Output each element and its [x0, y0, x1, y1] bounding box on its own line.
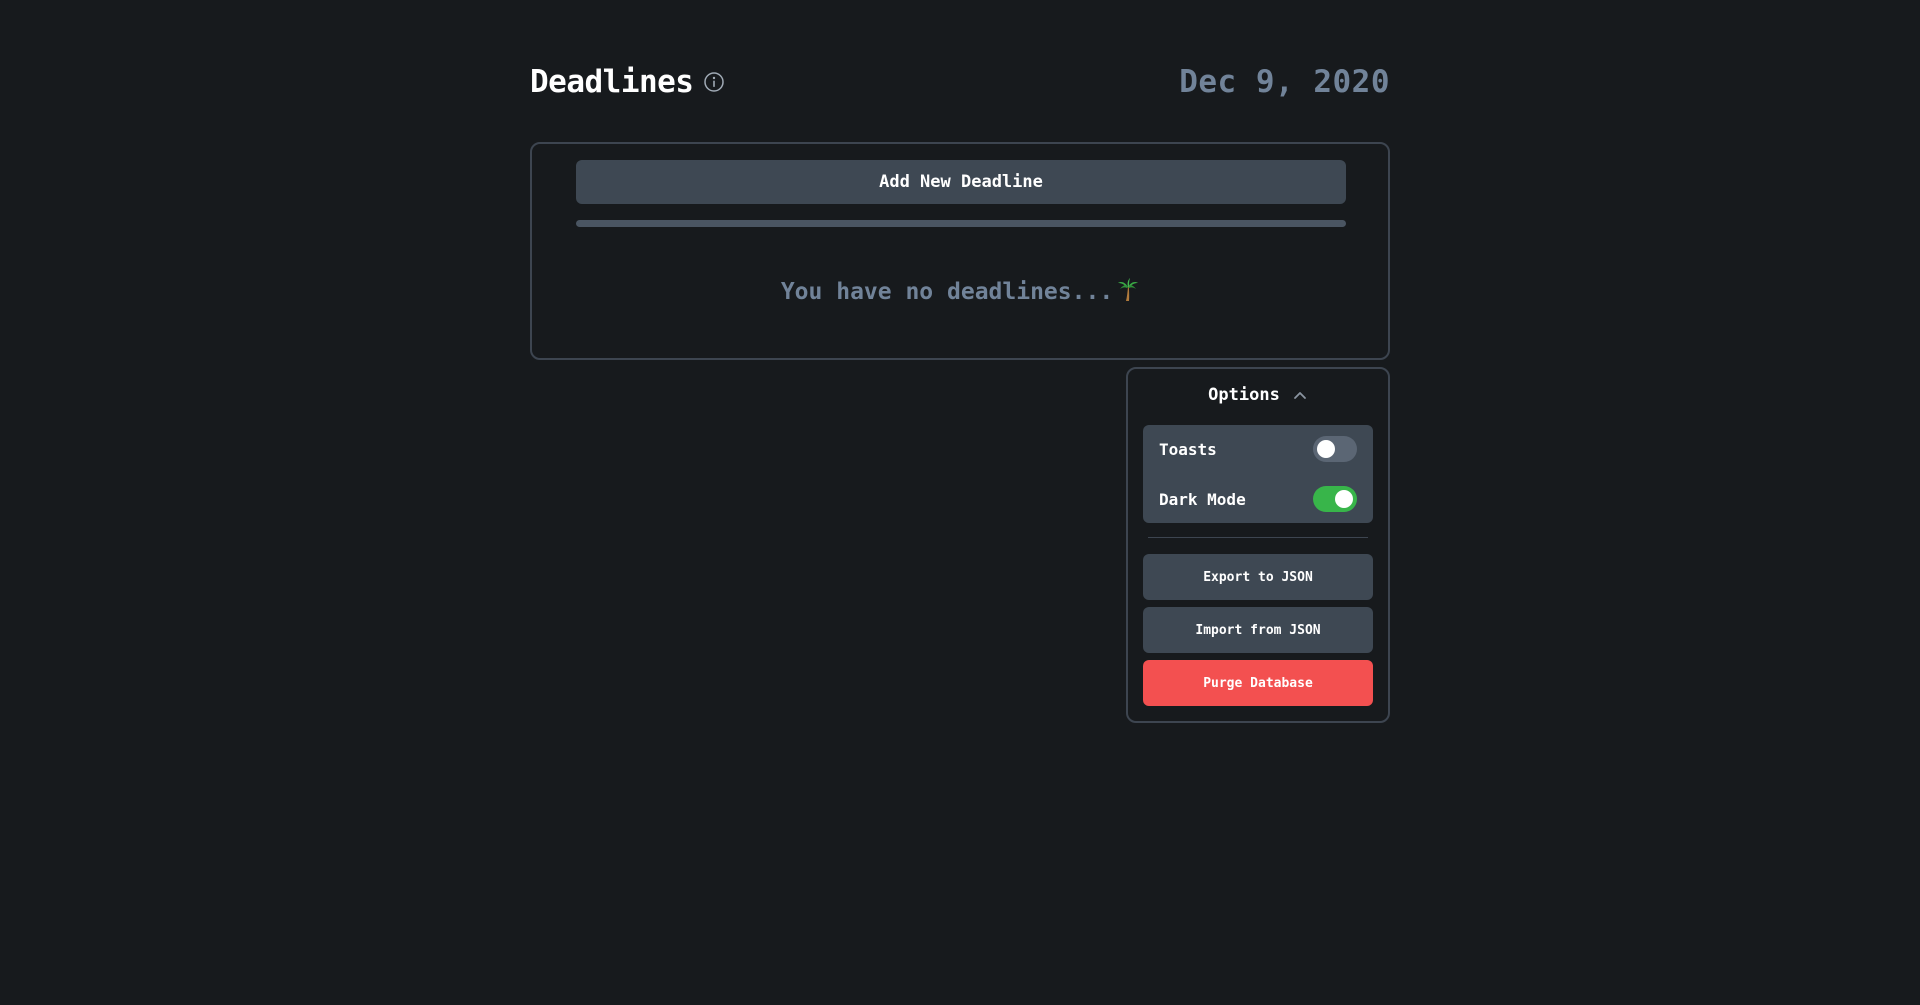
import-json-button[interactable]: Import from JSON — [1143, 607, 1373, 653]
title-group: Deadlines — [530, 64, 725, 100]
palm-tree-icon — [1117, 278, 1139, 308]
empty-state-message: You have no deadlines... — [532, 278, 1388, 308]
toasts-switch[interactable] — [1313, 436, 1357, 462]
progress-bar-fill — [576, 220, 1346, 227]
toasts-label: Toasts — [1159, 439, 1217, 459]
current-date: Dec 9, 2020 — [1179, 64, 1390, 100]
switch-knob — [1317, 440, 1335, 458]
chevron-up-icon — [1292, 387, 1308, 403]
add-new-deadline-button[interactable]: Add New Deadline — [576, 160, 1346, 204]
settings-toggles: Toasts Dark Mode — [1143, 425, 1373, 523]
page-header: Deadlines Dec 9, 2020 — [530, 60, 1390, 104]
options-panel: Options Toasts Dark Mode Export to JSON … — [1126, 367, 1390, 723]
progress-bar — [576, 220, 1346, 227]
purge-database-button[interactable]: Purge Database — [1143, 660, 1373, 706]
options-toggle-header[interactable]: Options — [1128, 383, 1388, 407]
empty-state-text: You have no deadlines... — [780, 279, 1114, 305]
toasts-setting-row: Toasts — [1159, 434, 1357, 464]
info-circle-icon[interactable] — [703, 71, 725, 93]
switch-knob — [1335, 490, 1353, 508]
page-title: Deadlines — [530, 64, 694, 100]
options-title: Options — [1208, 385, 1280, 405]
options-divider — [1148, 537, 1368, 538]
dark-mode-switch[interactable] — [1313, 486, 1357, 512]
deadlines-card: Add New Deadline You have no deadlines..… — [530, 142, 1390, 360]
dark-mode-setting-row: Dark Mode — [1159, 484, 1357, 514]
export-json-button[interactable]: Export to JSON — [1143, 554, 1373, 600]
dark-mode-label: Dark Mode — [1159, 489, 1246, 509]
